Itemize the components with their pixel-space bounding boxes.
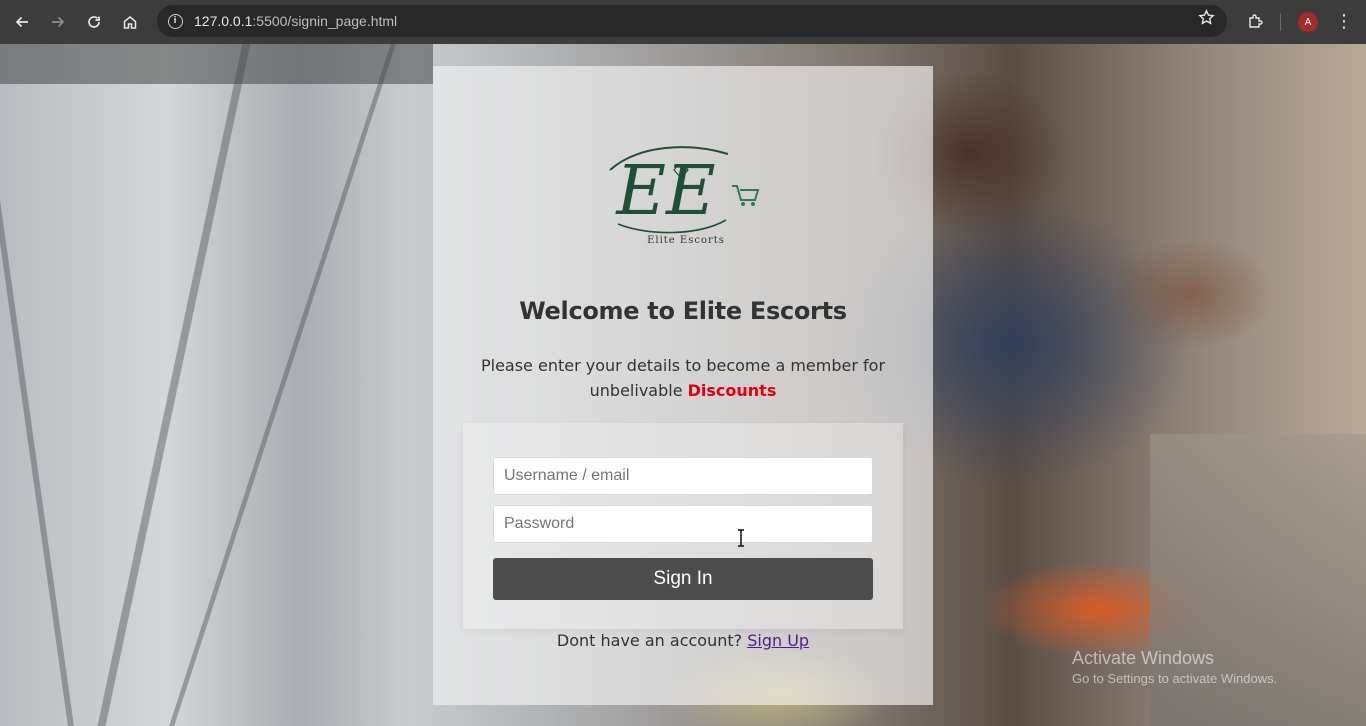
subtitle-line2: unbelivable xyxy=(589,381,688,400)
watermark-line2: Go to Settings to activate Windows. xyxy=(1072,671,1278,686)
reload-icon[interactable] xyxy=(76,4,112,40)
freezer-frame xyxy=(97,44,251,726)
url-path: :5500/signin_page.html xyxy=(252,13,398,29)
url-text: 127.0.0.1:5500/signin_page.html xyxy=(194,13,397,29)
page-title: Welcome to Elite Escorts xyxy=(519,297,847,325)
back-arrow-icon[interactable] xyxy=(4,4,40,40)
address-bar[interactable]: i 127.0.0.1:5500/signin_page.html xyxy=(157,5,1227,37)
password-input[interactable] xyxy=(493,505,873,543)
extensions-icon[interactable] xyxy=(1241,5,1271,37)
toolbar-separator xyxy=(1280,13,1281,31)
freezer-frame xyxy=(0,44,74,726)
logo-caption: Elite Escorts xyxy=(647,235,725,246)
more-menu-icon[interactable]: ⋮ xyxy=(1334,9,1354,35)
signup-prompt: Dont have an account? Sign Up xyxy=(433,631,933,650)
subtitle-line1: Please enter your details to become a me… xyxy=(480,356,886,375)
text-cursor-icon xyxy=(738,529,744,547)
site-info-icon[interactable]: i xyxy=(159,5,191,37)
discounts-highlight: Discounts xyxy=(687,381,777,400)
signup-link[interactable]: Sign Up xyxy=(747,631,809,650)
elite-escorts-logo: EE Elite Escorts xyxy=(609,146,760,246)
profile-avatar[interactable]: A xyxy=(1298,12,1318,32)
signup-prompt-text: Dont have an account? xyxy=(556,631,748,650)
watermark-line1: Activate Windows xyxy=(1072,648,1215,668)
page-subtitle: Please enter your details to become a me… xyxy=(463,353,903,403)
username-input[interactable] xyxy=(493,457,873,495)
browser-toolbar: i 127.0.0.1:5500/signin_page.html A ⋮ xyxy=(0,0,1366,44)
freezer-top xyxy=(0,44,433,84)
signin-button[interactable]: Sign In xyxy=(493,558,873,600)
forward-arrow-icon[interactable] xyxy=(40,4,76,40)
home-icon[interactable] xyxy=(112,4,148,40)
url-host: 127.0.0.1 xyxy=(194,13,253,29)
freezer-frame xyxy=(169,44,396,726)
logo-initials: EE xyxy=(614,152,715,231)
cart-icon xyxy=(732,185,760,206)
windows-activation-watermark: Activate Windows Go to Settings to activ… xyxy=(1072,648,1277,686)
bookmark-star-icon[interactable] xyxy=(1198,9,1215,31)
